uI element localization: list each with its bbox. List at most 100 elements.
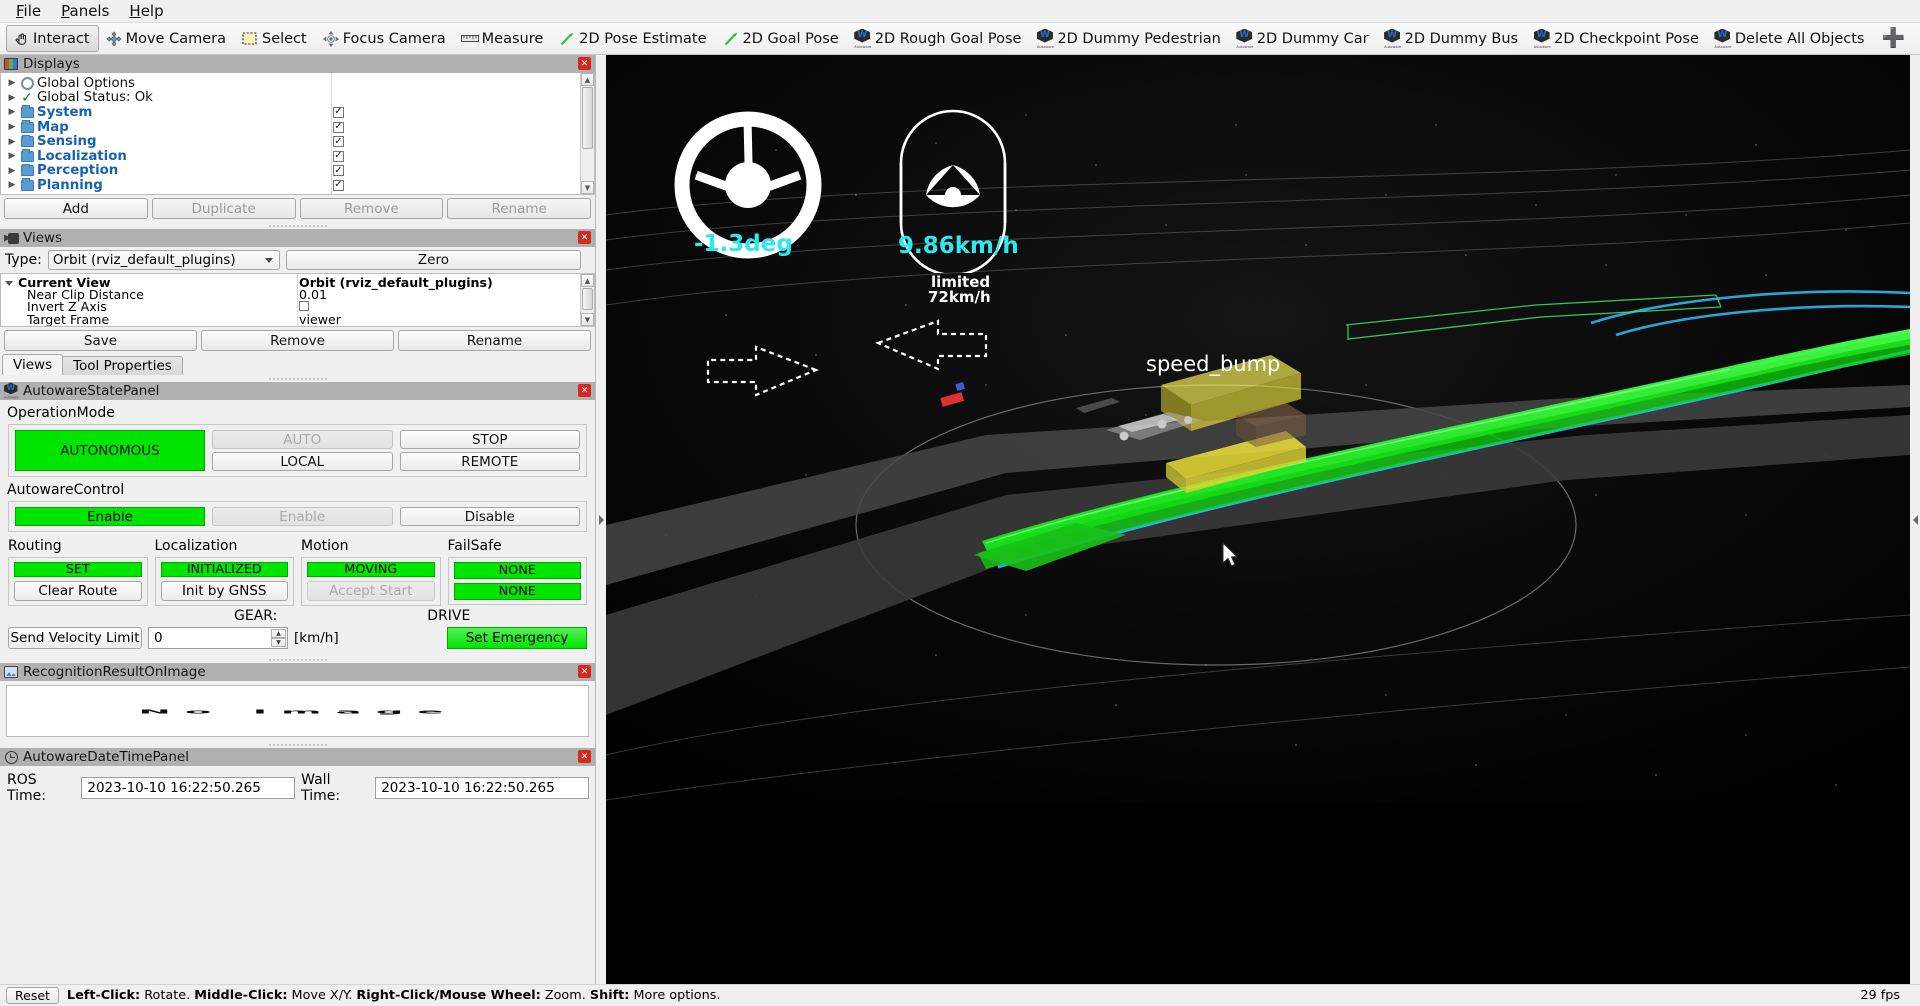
display-checkbox-map[interactable]	[333, 122, 344, 133]
collapse-arrow-icon[interactable]	[5, 281, 13, 286]
rename-view-button[interactable]: Rename	[398, 330, 591, 351]
wall-time-field[interactable]: 2023-10-10 16:22:50.265	[375, 777, 589, 799]
scrollbar-thumb[interactable]	[582, 288, 593, 310]
invert-z-axis-checkbox[interactable]	[299, 301, 309, 311]
recognition-panel-resize-grip[interactable]	[268, 741, 328, 748]
tool-2d-goal-pose[interactable]: 2D Goal Pose	[716, 25, 848, 52]
save-view-button[interactable]: Save	[4, 330, 197, 351]
display-row-sensing[interactable]: ▶ Sensing	[1, 134, 580, 149]
display-row-global-options[interactable]: ▶ Global Options	[1, 76, 580, 91]
display-row-planning[interactable]: ▶ Planning	[1, 178, 580, 193]
stop-button[interactable]: STOP	[400, 430, 581, 449]
display-checkbox-planning[interactable]	[333, 180, 344, 191]
control-enable-button[interactable]: Enable	[212, 507, 393, 526]
tool-2d-checkpoint-pose[interactable]: WAutoware 2D Checkpoint Pose	[1527, 25, 1708, 52]
spinner-down-icon[interactable]: ▼	[271, 638, 286, 647]
expand-arrow-icon[interactable]: ▶	[5, 107, 19, 117]
view-type-select[interactable]: Orbit (rviz_default_plugins)	[48, 250, 280, 270]
datetime-panel-close-icon[interactable]	[578, 750, 591, 763]
spinner-up-icon[interactable]: ▲	[271, 629, 286, 638]
set-emergency-button[interactable]: Set Emergency	[447, 627, 587, 649]
displays-panel-close-icon[interactable]	[578, 57, 591, 70]
recognition-panel-close-icon[interactable]	[578, 665, 591, 678]
display-label: Planning	[37, 178, 103, 193]
display-row-global-status[interactable]: ▶ ✓ Global Status: Ok	[1, 91, 580, 106]
expand-arrow-icon[interactable]: ▶	[5, 93, 19, 103]
tool-select[interactable]: Select	[235, 25, 316, 52]
remove-display-button[interactable]: Remove	[300, 198, 444, 219]
expand-arrow-icon[interactable]: ▶	[5, 122, 19, 132]
expand-arrow-icon[interactable]: ▶	[5, 137, 19, 147]
autoware-state-panel-resize-grip[interactable]	[268, 656, 328, 663]
tab-tool-properties[interactable]: Tool Properties	[62, 356, 183, 375]
recognition-image-area[interactable]: No Image	[6, 685, 589, 737]
tab-views[interactable]: Views	[2, 354, 63, 375]
scroll-down-icon[interactable]: ▼	[581, 313, 594, 326]
tool-2d-pose-estimate[interactable]: 2D Pose Estimate	[552, 25, 715, 52]
display-row-localization[interactable]: ▶ Localization	[1, 149, 580, 164]
displays-tree[interactable]: ▶ Global Options ▶ ✓ Global Status: Ok ▶…	[0, 73, 595, 195]
displays-column-divider[interactable]	[331, 73, 332, 194]
views-column-divider[interactable]	[297, 274, 298, 326]
velocity-limit-input[interactable]: 0 ▲ ▼	[148, 627, 288, 649]
zero-view-button[interactable]: Zero	[286, 250, 581, 270]
local-button[interactable]: LOCAL	[212, 452, 393, 471]
operation-mode-col-2: STOP REMOTE	[400, 430, 581, 471]
scroll-up-icon[interactable]: ▲	[581, 274, 594, 287]
remote-button[interactable]: REMOTE	[400, 452, 581, 471]
reset-button[interactable]: Reset	[6, 987, 59, 1004]
tool-delete-all-objects[interactable]: WAutoware Delete All Objects	[1708, 25, 1874, 52]
tool-measure[interactable]: Measure	[455, 25, 553, 52]
rename-display-button[interactable]: Rename	[447, 198, 591, 219]
right-dock-splitter[interactable]	[1910, 55, 1920, 984]
tool-2d-rough-goal-pose[interactable]: WAutoware 2D Rough Goal Pose	[848, 25, 1031, 52]
view-property-row[interactable]: Distance 40.9676	[1, 326, 580, 327]
expand-arrow-icon[interactable]: ▶	[5, 151, 19, 161]
add-display-button[interactable]: Add	[4, 198, 148, 219]
tool-focus-camera[interactable]: Focus Camera	[316, 25, 455, 52]
tool-interact[interactable]: Interact	[6, 25, 99, 52]
display-row-system[interactable]: ▶ System	[1, 105, 580, 120]
ros-time-field[interactable]: 2023-10-10 16:22:50.265	[81, 777, 295, 799]
dock-splitter[interactable]	[596, 55, 606, 984]
spinner-arrows[interactable]: ▲ ▼	[271, 629, 286, 647]
display-checkbox-localization[interactable]	[333, 151, 344, 162]
displays-scrollbar[interactable]: ▲ ▼	[580, 73, 594, 194]
display-row-map[interactable]: ▶ Map	[1, 120, 580, 135]
render-viewport-3d[interactable]: -1.3deg 9.86km/h limited 72km/h speed_bu…	[606, 55, 1920, 984]
autoware-state-panel-close-icon[interactable]	[578, 384, 591, 397]
scrollbar-thumb[interactable]	[582, 87, 593, 149]
tool-move-camera[interactable]: Move Camera	[99, 25, 235, 52]
views-panel-resize-grip[interactable]	[268, 375, 328, 382]
scroll-down-icon[interactable]: ▼	[581, 181, 594, 194]
views-panel-close-icon[interactable]	[578, 231, 591, 244]
control-disable-button[interactable]: Disable	[400, 507, 581, 526]
display-row-perception[interactable]: ▶ Perception	[1, 164, 580, 179]
init-by-gnss-button[interactable]: Init by GNSS	[161, 581, 289, 601]
views-scrollbar[interactable]: ▲ ▼	[580, 274, 594, 326]
remove-view-button[interactable]: Remove	[201, 330, 394, 351]
tool-2d-dummy-bus[interactable]: WAutoware 2D Dummy Bus	[1378, 25, 1528, 52]
displays-panel-resize-grip[interactable]	[268, 222, 328, 229]
menu-help[interactable]: Help	[119, 0, 173, 22]
expand-arrow-icon[interactable]: ▶	[5, 166, 19, 176]
display-checkbox-sensing[interactable]	[333, 136, 344, 147]
remove-tool-button[interactable]: ➖	[1914, 25, 1920, 52]
scroll-up-icon[interactable]: ▲	[581, 73, 594, 86]
menu-file[interactable]: File	[6, 0, 51, 22]
send-velocity-limit-button[interactable]: Send Velocity Limit	[8, 627, 142, 649]
display-checkbox-system[interactable]	[333, 107, 344, 118]
tool-2d-dummy-pedestrian[interactable]: WAutoware 2D Dummy Pedestrian	[1030, 25, 1229, 52]
expand-arrow-icon[interactable]: ▶	[5, 180, 19, 190]
views-properties-tree[interactable]: Current View Orbit (rviz_default_plugins…	[0, 273, 595, 327]
display-label: Sensing	[37, 134, 97, 149]
duplicate-display-button[interactable]: Duplicate	[152, 198, 296, 219]
tool-2d-dummy-car[interactable]: WAutoware 2D Dummy Car	[1230, 25, 1378, 52]
menu-panels[interactable]: Panels	[51, 0, 119, 22]
accept-start-button[interactable]: Accept Start	[307, 581, 435, 601]
clear-route-button[interactable]: Clear Route	[14, 581, 142, 601]
expand-arrow-icon[interactable]: ▶	[5, 78, 19, 88]
display-checkbox-perception[interactable]	[333, 165, 344, 176]
add-tool-button[interactable]: ➕	[1874, 25, 1914, 52]
auto-button[interactable]: AUTO	[212, 430, 393, 449]
